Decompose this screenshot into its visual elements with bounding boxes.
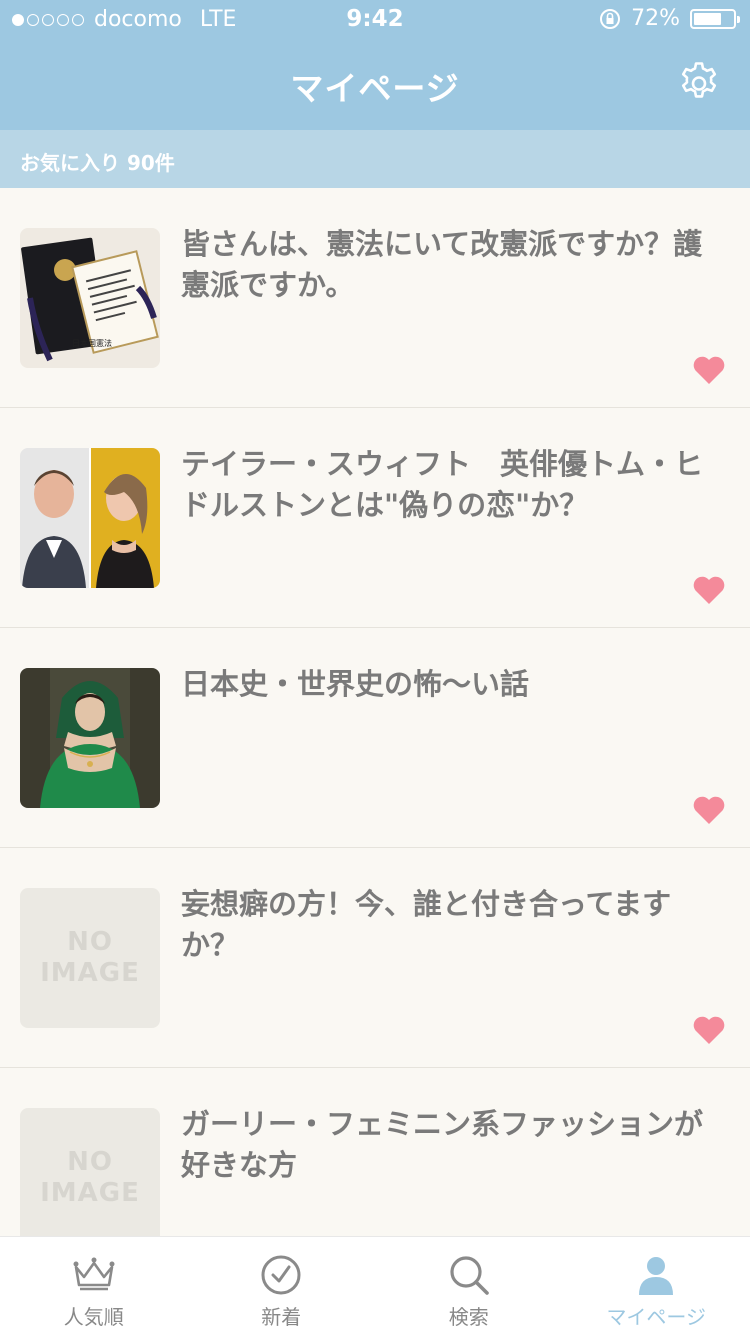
tab-mypage[interactable]: マイページ [563,1237,750,1334]
crown-icon [73,1257,115,1291]
no-image-line-2: IMAGE [40,1178,140,1208]
list-item[interactable]: テイラー・スウィフト 英俳優トム・ヒドルストンとは"偽りの恋"か？ [0,408,750,628]
heart-icon[interactable] [692,575,726,605]
rotation-lock-icon [600,8,621,29]
item-title: 妄想癖の方！今、誰と付き合ってますか？ [181,887,672,962]
person-icon [639,1257,674,1295]
nav-bar: マイページ [0,40,750,130]
tab-new[interactable]: 新着 [188,1237,376,1334]
no-image-line-1: NO [67,1147,113,1177]
item-title: 皆さんは、憲法にいて改憲派ですか？護憲派ですか。 [181,227,703,302]
no-image-placeholder: NO IMAGE [20,888,160,1028]
tab-popular[interactable]: 人気順 [0,1237,188,1334]
tab-search[interactable]: 検索 [375,1237,563,1334]
screen: docomo LTE 9:42 72% マイページ お気に入り 90件 日本国憲… [0,0,750,1334]
item-title: テイラー・スウィフト 英俳優トム・ヒドルストンとは"偽りの恋"か？ [181,447,704,522]
battery-icon [690,8,740,29]
status-bar: docomo LTE 9:42 72% [0,0,750,40]
no-image-line-2: IMAGE [40,958,140,988]
historical-portrait-image [20,668,160,808]
favorites-count-header: お気に入り 90件 [0,130,750,188]
battery-percent: 72% [631,6,680,31]
gear-icon[interactable] [676,60,722,106]
heart-icon[interactable] [692,795,726,825]
thumbnail-image [20,668,160,808]
tab-bar: 人気順 新着 検索 マイページ [0,1236,750,1334]
tab-label: 人気順 [63,1305,124,1329]
tab-label: 新着 [261,1305,302,1329]
clock-icon [261,1255,301,1295]
no-image-placeholder: NO IMAGE [20,1108,160,1248]
list-item[interactable]: NO IMAGE 妄想癖の方！今、誰と付き合ってますか？ [0,848,750,1068]
list-item[interactable]: 日本史・世界史の怖〜い話 [0,628,750,848]
thumbnail-image: 日本国憲法 [20,228,160,368]
favorites-list: 日本国憲法 皆さんは、憲法にいて改憲派ですか？護憲派ですか。 テイラー・スウィフ… [0,188,750,1288]
heart-icon[interactable] [692,355,726,385]
item-title: 日本史・世界史の怖〜い話 [181,667,530,701]
svg-text:日本国憲法: 日本国憲法 [72,338,112,348]
search-icon [450,1256,489,1295]
list-item[interactable]: 日本国憲法 皆さんは、憲法にいて改憲派ですか？護憲派ですか。 [0,188,750,408]
tab-label: マイページ [606,1305,707,1329]
tab-label: 検索 [448,1305,489,1329]
heart-icon[interactable] [692,1015,726,1045]
constitution-book-image: 日本国憲法 [20,228,160,368]
item-title: ガーリー・フェミニン系ファッションが好きな方 [181,1107,704,1182]
page-title: マイページ [290,69,460,108]
no-image-line-1: NO [67,927,113,957]
status-right: 72% [599,6,740,31]
thumbnail-image [20,448,160,588]
celebrity-couple-image [20,448,160,588]
